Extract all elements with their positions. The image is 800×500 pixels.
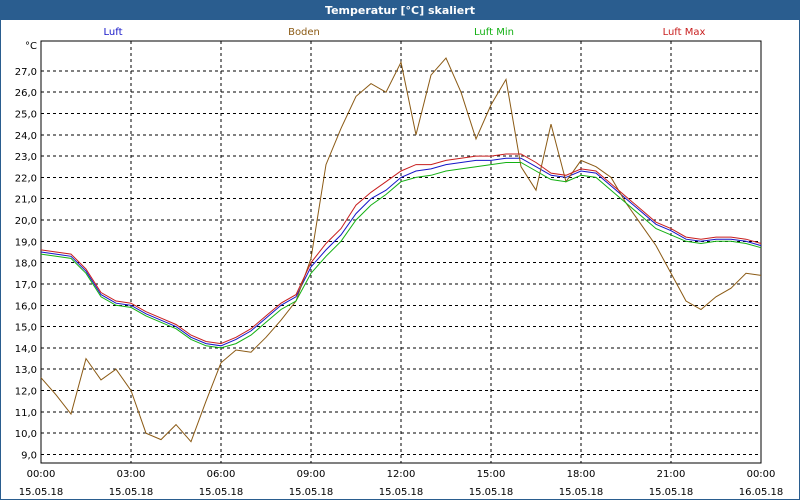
y-tick-label: 17,0 bbox=[15, 280, 37, 291]
x-tick-time: 00:00 bbox=[27, 469, 56, 480]
x-tick-date: 15.05.18 bbox=[469, 487, 514, 498]
y-tick-label: 15,0 bbox=[15, 323, 37, 334]
chart-window: Temperatur [°C] skaliert Luft Boden Luft M… bbox=[0, 0, 800, 500]
y-tick-label: 25,0 bbox=[15, 109, 37, 120]
x-tick-labels: 00:00 15.05.18 03:00 15.05.18 06:00 15.05.18 0… bbox=[19, 469, 784, 498]
window-title: Temperatur [°C] skaliert bbox=[1, 1, 799, 20]
y-tick-label: 9,0 bbox=[21, 450, 37, 461]
legend-entry: Boden bbox=[288, 27, 320, 38]
y-tick-label: 19,0 bbox=[15, 237, 37, 248]
temperature-chart: Luft Boden Luft Min Luft Max °C 9,0 10,0 11,0… bbox=[15, 27, 784, 498]
x-tick-time: 21:00 bbox=[657, 469, 686, 480]
y-tick-label: 16,0 bbox=[15, 301, 37, 312]
y-tick-label: 13,0 bbox=[15, 365, 37, 376]
y-tick-label: 22,0 bbox=[15, 173, 37, 184]
x-tick-date: 15.05.18 bbox=[379, 487, 424, 498]
x-tick-date: 15.05.18 bbox=[109, 487, 154, 498]
legend-entry: Luft bbox=[104, 27, 123, 38]
x-tick-date: 15.05.18 bbox=[559, 487, 604, 498]
y-tick-label: 20,0 bbox=[15, 216, 37, 227]
y-tick-label: 18,0 bbox=[15, 259, 37, 270]
x-tick-time: 12:00 bbox=[387, 469, 416, 480]
y-tick-labels: 9,0 10,0 11,0 12,0 13,0 14,0 15,0 16,0 17,0 18,0 1… bbox=[15, 67, 37, 462]
y-tick-label: 23,0 bbox=[15, 152, 37, 163]
x-tick-time: 18:00 bbox=[567, 469, 596, 480]
y-tick-label: 24,0 bbox=[15, 131, 37, 142]
legend-entry: Luft Max bbox=[663, 27, 706, 38]
x-tick-date: 15.05.18 bbox=[199, 487, 244, 498]
y-tick-label: 14,0 bbox=[15, 344, 37, 355]
x-tick-date: 15.05.18 bbox=[649, 487, 694, 498]
y-tick-label: 10,0 bbox=[15, 429, 37, 440]
x-tick-time: 03:00 bbox=[117, 469, 146, 480]
x-tick-date: 15.05.18 bbox=[289, 487, 334, 498]
x-tick-time: 09:00 bbox=[297, 469, 326, 480]
x-tick-time: 15:00 bbox=[477, 469, 506, 480]
x-tick-time: 06:00 bbox=[207, 469, 236, 480]
x-tick-time: 00:00 bbox=[747, 469, 776, 480]
y-tick-label: 11,0 bbox=[15, 408, 37, 419]
y-tick-label: 21,0 bbox=[15, 195, 37, 206]
x-tick-date: 15.05.18 bbox=[19, 487, 64, 498]
y-tick-label: 26,0 bbox=[15, 88, 37, 99]
y-tick-label: 12,0 bbox=[15, 387, 37, 398]
y-axis-label: °C bbox=[25, 41, 37, 52]
legend-entry: Luft Min bbox=[474, 27, 514, 38]
y-tick-label: 27,0 bbox=[15, 67, 37, 78]
x-tick-date: 16.05.18 bbox=[739, 487, 784, 498]
legend: Luft Boden Luft Min Luft Max bbox=[104, 27, 706, 38]
